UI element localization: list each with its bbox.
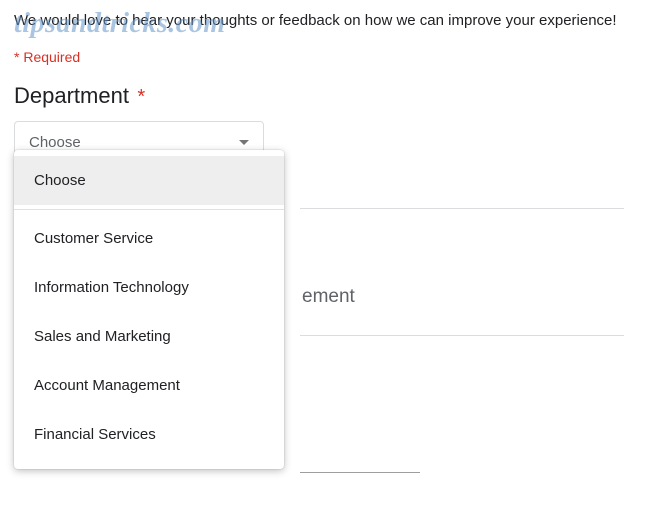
dropdown-option-sales-marketing[interactable]: Sales and Marketing xyxy=(14,312,284,361)
dropdown-option-customer-service[interactable]: Customer Service xyxy=(14,214,284,263)
chevron-down-icon xyxy=(239,140,249,145)
question-label: Department xyxy=(14,83,129,109)
dropdown-option-account-management[interactable]: Account Management xyxy=(14,361,284,410)
form-card: We would love to hear your thoughts or f… xyxy=(14,0,640,164)
input-underline xyxy=(300,472,420,473)
department-dropdown-menu: Choose Customer Service Information Tech… xyxy=(14,150,284,469)
dropdown-option-financial-services[interactable]: Financial Services xyxy=(14,410,284,459)
required-note: * Required xyxy=(14,49,640,65)
divider xyxy=(300,208,624,209)
dropdown-option-choose[interactable]: Choose xyxy=(14,156,284,205)
obscured-text: ement xyxy=(302,286,355,308)
select-value: Choose xyxy=(29,134,81,151)
dropdown-divider xyxy=(14,209,284,210)
required-asterisk: * xyxy=(137,86,145,108)
dropdown-option-information-technology[interactable]: Information Technology xyxy=(14,263,284,312)
divider xyxy=(300,335,624,336)
form-description: We would love to hear your thoughts or f… xyxy=(14,10,640,31)
